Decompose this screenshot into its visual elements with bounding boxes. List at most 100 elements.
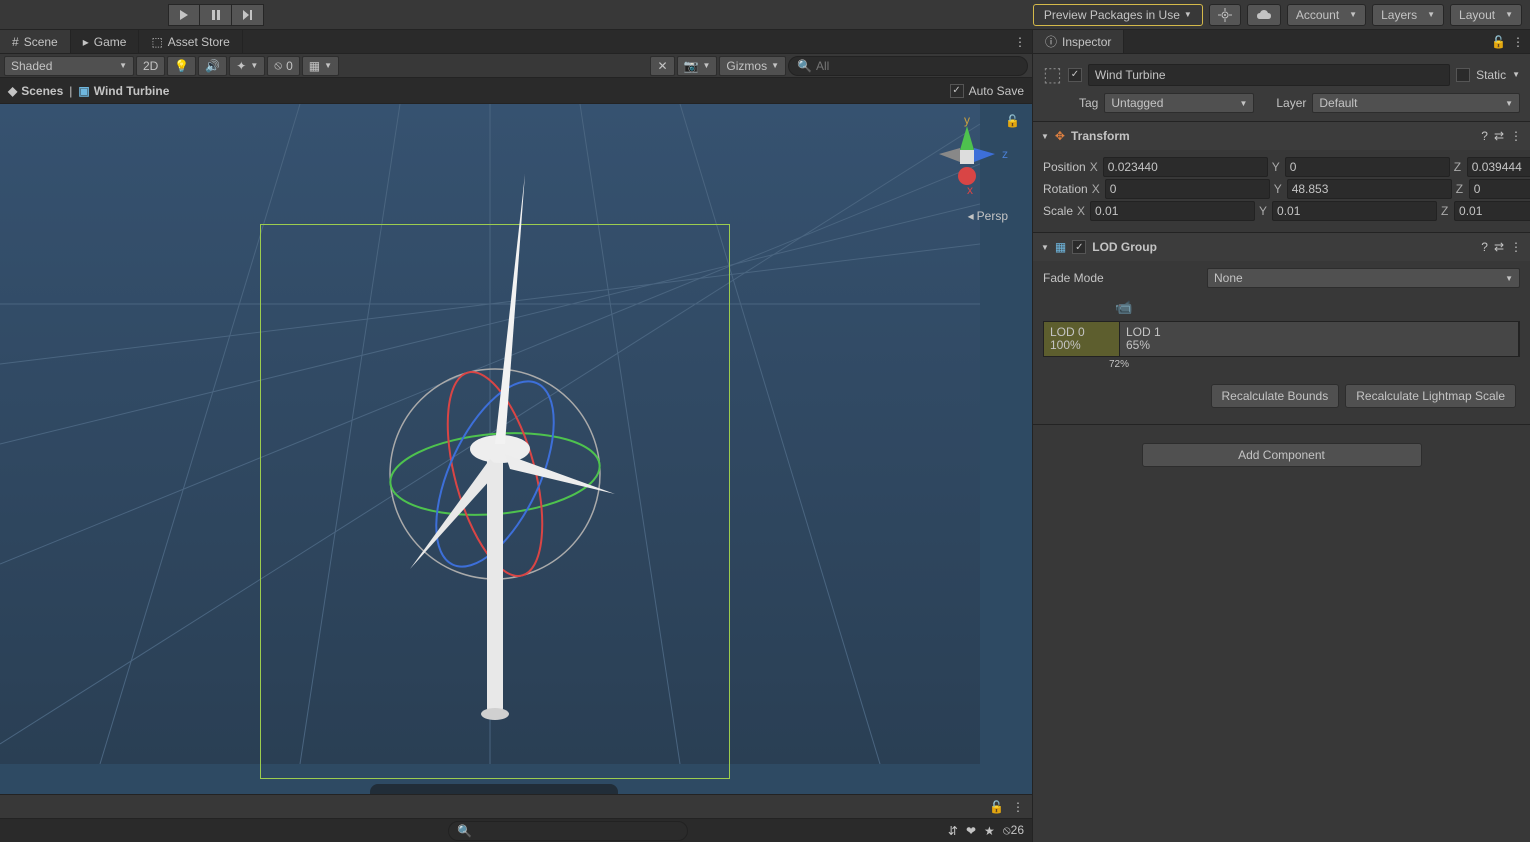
- draw-mode-dropdown[interactable]: Shaded ▼: [4, 56, 134, 76]
- scene-search-input[interactable]: [816, 59, 1019, 73]
- help-icon[interactable]: ?: [1481, 129, 1488, 143]
- account-dropdown[interactable]: Account ▼: [1287, 4, 1366, 26]
- rotation-y-input[interactable]: [1287, 179, 1452, 199]
- tab-asset-store-label: Asset Store: [168, 35, 230, 49]
- chevron-down-icon: ▼: [771, 61, 779, 70]
- lod-camera-percent: 72%: [1109, 359, 1520, 370]
- menu-icon[interactable]: ⋮: [1512, 35, 1524, 49]
- tab-asset-store[interactable]: ⬚ Asset Store: [139, 30, 242, 53]
- star-icon[interactable]: ★: [984, 824, 995, 838]
- lighting-toggle[interactable]: 💡: [167, 56, 196, 76]
- step-button[interactable]: [232, 4, 264, 26]
- scale-x-input[interactable]: [1090, 201, 1255, 221]
- wind-turbine-model: [0, 104, 980, 764]
- status-bar: 🔍 ⇵ ❤ ★ ⦸26: [0, 818, 1032, 842]
- auto-save-checkbox[interactable]: [950, 84, 964, 98]
- chevron-down-icon: ▼: [1427, 10, 1435, 19]
- tag-dropdown[interactable]: Untagged ▼: [1104, 93, 1254, 113]
- breadcrumb-object[interactable]: ▣ Wind Turbine: [78, 84, 169, 98]
- help-icon[interactable]: ?: [1481, 240, 1488, 254]
- foldout-icon: ▼: [1041, 132, 1049, 141]
- layer-dropdown[interactable]: Default ▼: [1312, 93, 1520, 113]
- tools-button[interactable]: ✕: [650, 56, 674, 76]
- gizmos-dropdown[interactable]: Gizmos ▼: [719, 56, 786, 76]
- cloud-button[interactable]: [1247, 4, 1281, 26]
- draw-mode-label: Shaded: [11, 59, 52, 73]
- tab-menu-icon[interactable]: ⋮: [1014, 35, 1026, 49]
- tab-scene-label: Scene: [24, 35, 58, 49]
- layout-dropdown[interactable]: Layout ▼: [1450, 4, 1522, 26]
- position-z-input[interactable]: [1467, 157, 1530, 177]
- scale-y-input[interactable]: [1272, 201, 1437, 221]
- menu-icon[interactable]: ⋮: [1012, 800, 1024, 814]
- position-y-input[interactable]: [1285, 157, 1450, 177]
- lod-segment-0[interactable]: LOD 0 100%: [1044, 322, 1120, 356]
- lod-group-component: ▼ ▦ LOD Group ? ⇄ ⋮ Fade Mode None ▼: [1033, 233, 1530, 425]
- audio-toggle[interactable]: 🔊: [198, 56, 227, 76]
- pause-button[interactable]: [200, 4, 232, 26]
- rotation-x-input[interactable]: [1105, 179, 1270, 199]
- svg-text:y: y: [964, 114, 970, 127]
- add-component-button[interactable]: Add Component: [1142, 443, 1422, 467]
- services-button[interactable]: [1209, 4, 1241, 26]
- lightbulb-icon: 💡: [174, 59, 189, 73]
- tab-inspector[interactable]: ⓘ Inspector: [1033, 30, 1124, 53]
- menu-icon[interactable]: ⋮: [1510, 240, 1522, 254]
- breadcrumb-scenes[interactable]: ◆Scenes: [8, 84, 63, 98]
- chevron-down-icon[interactable]: ▼: [1512, 70, 1520, 79]
- auto-save-label: Auto Save: [969, 84, 1024, 98]
- 2d-toggle[interactable]: 2D: [136, 56, 165, 76]
- fade-mode-label: Fade Mode: [1043, 271, 1203, 285]
- scene-search[interactable]: 🔍: [788, 56, 1028, 76]
- hidden-toggle-icon[interactable]: ⦸26: [1003, 823, 1024, 838]
- menu-icon[interactable]: ⋮: [1510, 129, 1522, 143]
- fx-toggle[interactable]: ✦▼: [229, 56, 265, 76]
- static-label: Static: [1476, 68, 1506, 82]
- lod-camera-icon[interactable]: 📹: [1115, 299, 1132, 316]
- recalculate-bounds-button[interactable]: Recalculate Bounds: [1211, 384, 1340, 408]
- perspective-label[interactable]: ◂ Persp: [968, 209, 1008, 223]
- transform-header[interactable]: ▼ ✥ Transform ? ⇄ ⋮: [1033, 122, 1530, 150]
- grid-toggle[interactable]: ▦▼: [302, 56, 339, 76]
- lock-icon[interactable]: 🔓: [1491, 35, 1506, 49]
- unity-icon: ◆: [8, 84, 17, 98]
- tab-game-label: Game: [94, 35, 127, 49]
- layers-label: Layers: [1381, 8, 1417, 22]
- transform-icon: ✥: [1055, 129, 1065, 143]
- lod-group-header[interactable]: ▼ ▦ LOD Group ? ⇄ ⋮: [1033, 233, 1530, 261]
- chevron-down-icon: ▼: [1349, 10, 1357, 19]
- scene-viewport[interactable]: LOD 0 y z x 🔓 ◂ Persp: [0, 104, 1032, 794]
- gameobject-name-field[interactable]: Wind Turbine: [1088, 64, 1450, 86]
- tab-game[interactable]: ▸ Game: [71, 30, 140, 53]
- project-search[interactable]: 🔍: [448, 821, 688, 841]
- orientation-gizmo[interactable]: y z x: [922, 114, 1012, 204]
- layers-dropdown[interactable]: Layers ▼: [1372, 4, 1444, 26]
- preview-packages-badge[interactable]: Preview Packages in Use ▼: [1033, 4, 1203, 26]
- static-checkbox[interactable]: [1456, 68, 1470, 82]
- foldout-icon: ▼: [1041, 243, 1049, 252]
- position-x-input[interactable]: [1103, 157, 1268, 177]
- play-button[interactable]: [168, 4, 200, 26]
- collab-icon[interactable]: ⇵: [948, 824, 958, 838]
- preset-icon[interactable]: ⇄: [1494, 129, 1504, 143]
- lod-segment-1[interactable]: LOD 1 65%: [1120, 322, 1519, 356]
- scale-z-input[interactable]: [1454, 201, 1530, 221]
- arrow-left-icon: ◂: [968, 209, 974, 223]
- lod-enabled-checkbox[interactable]: [1072, 240, 1086, 254]
- favorites-icon[interactable]: ❤: [966, 824, 976, 838]
- gameobject-active-checkbox[interactable]: [1068, 68, 1082, 82]
- info-icon: ⓘ: [1045, 33, 1057, 50]
- tab-scene[interactable]: # Scene: [0, 30, 71, 53]
- recalculate-lightmap-button[interactable]: Recalculate Lightmap Scale: [1345, 384, 1516, 408]
- rotation-z-input[interactable]: [1469, 179, 1530, 199]
- fade-mode-dropdown[interactable]: None ▼: [1207, 268, 1520, 288]
- lock-icon[interactable]: 🔓: [1005, 114, 1020, 128]
- lod-bar[interactable]: 📹 LOD 0 100% LOD 1 65% 72%: [1043, 299, 1520, 370]
- camera-button[interactable]: 📷▼: [677, 56, 718, 76]
- lock-icon[interactable]: 🔓: [989, 800, 1004, 814]
- hidden-objects-toggle[interactable]: ⦸0: [267, 56, 300, 76]
- project-search-input[interactable]: [476, 824, 679, 838]
- tools-icon: ✕: [657, 59, 667, 73]
- gameobject-icon: ⬚: [1043, 62, 1062, 87]
- preset-icon[interactable]: ⇄: [1494, 240, 1504, 254]
